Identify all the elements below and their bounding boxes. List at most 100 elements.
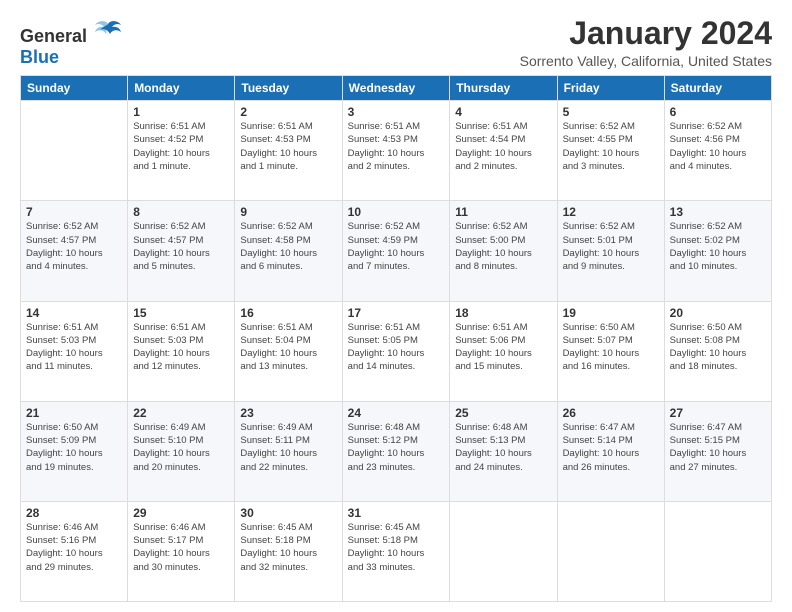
week-row-1: 1Sunrise: 6:51 AMSunset: 4:52 PMDaylight… — [21, 101, 772, 201]
day-info: Sunrise: 6:47 AMSunset: 5:15 PMDaylight:… — [670, 421, 766, 474]
week-row-5: 28Sunrise: 6:46 AMSunset: 5:16 PMDayligh… — [21, 501, 772, 601]
day-info: Sunrise: 6:45 AMSunset: 5:18 PMDaylight:… — [240, 521, 336, 574]
day-info: Sunrise: 6:47 AMSunset: 5:14 PMDaylight:… — [563, 421, 659, 474]
calendar-cell: 27Sunrise: 6:47 AMSunset: 5:15 PMDayligh… — [664, 401, 771, 501]
day-number: 5 — [563, 105, 659, 119]
day-number: 21 — [26, 406, 122, 420]
logo: General Blue — [20, 20, 122, 68]
calendar-cell: 25Sunrise: 6:48 AMSunset: 5:13 PMDayligh… — [450, 401, 557, 501]
day-info: Sunrise: 6:52 AMSunset: 4:57 PMDaylight:… — [26, 220, 122, 273]
main-title: January 2024 — [520, 16, 772, 51]
calendar-cell: 31Sunrise: 6:45 AMSunset: 5:18 PMDayligh… — [342, 501, 450, 601]
day-info: Sunrise: 6:51 AMSunset: 5:06 PMDaylight:… — [455, 321, 551, 374]
day-number: 29 — [133, 506, 229, 520]
calendar-cell: 12Sunrise: 6:52 AMSunset: 5:01 PMDayligh… — [557, 201, 664, 301]
day-number: 7 — [26, 205, 122, 219]
calendar-cell: 29Sunrise: 6:46 AMSunset: 5:17 PMDayligh… — [128, 501, 235, 601]
weekday-header-row: SundayMondayTuesdayWednesdayThursdayFrid… — [21, 76, 772, 101]
day-info: Sunrise: 6:52 AMSunset: 4:57 PMDaylight:… — [133, 220, 229, 273]
logo-blue: Blue — [20, 47, 59, 67]
day-number: 13 — [670, 205, 766, 219]
logo-general: General — [20, 26, 87, 46]
day-number: 10 — [348, 205, 445, 219]
weekday-header-monday: Monday — [128, 76, 235, 101]
day-number: 30 — [240, 506, 336, 520]
calendar-cell: 5Sunrise: 6:52 AMSunset: 4:55 PMDaylight… — [557, 101, 664, 201]
weekday-header-sunday: Sunday — [21, 76, 128, 101]
header: General Blue January 2024 Sorrento Valle… — [20, 16, 772, 69]
page: General Blue January 2024 Sorrento Valle… — [0, 0, 792, 612]
weekday-header-tuesday: Tuesday — [235, 76, 342, 101]
calendar-cell: 26Sunrise: 6:47 AMSunset: 5:14 PMDayligh… — [557, 401, 664, 501]
day-number: 27 — [670, 406, 766, 420]
calendar-cell: 8Sunrise: 6:52 AMSunset: 4:57 PMDaylight… — [128, 201, 235, 301]
day-info: Sunrise: 6:52 AMSunset: 5:01 PMDaylight:… — [563, 220, 659, 273]
day-number: 31 — [348, 506, 445, 520]
day-number: 6 — [670, 105, 766, 119]
day-number: 16 — [240, 306, 336, 320]
week-row-4: 21Sunrise: 6:50 AMSunset: 5:09 PMDayligh… — [21, 401, 772, 501]
calendar-cell: 10Sunrise: 6:52 AMSunset: 4:59 PMDayligh… — [342, 201, 450, 301]
calendar-cell: 14Sunrise: 6:51 AMSunset: 5:03 PMDayligh… — [21, 301, 128, 401]
calendar-cell: 23Sunrise: 6:49 AMSunset: 5:11 PMDayligh… — [235, 401, 342, 501]
day-number: 11 — [455, 205, 551, 219]
week-row-2: 7Sunrise: 6:52 AMSunset: 4:57 PMDaylight… — [21, 201, 772, 301]
day-number: 23 — [240, 406, 336, 420]
calendar-cell: 17Sunrise: 6:51 AMSunset: 5:05 PMDayligh… — [342, 301, 450, 401]
day-number: 26 — [563, 406, 659, 420]
calendar-cell: 18Sunrise: 6:51 AMSunset: 5:06 PMDayligh… — [450, 301, 557, 401]
logo-text: General Blue — [20, 20, 122, 68]
day-info: Sunrise: 6:51 AMSunset: 4:53 PMDaylight:… — [240, 120, 336, 173]
day-info: Sunrise: 6:48 AMSunset: 5:13 PMDaylight:… — [455, 421, 551, 474]
day-number: 22 — [133, 406, 229, 420]
day-number: 12 — [563, 205, 659, 219]
week-row-3: 14Sunrise: 6:51 AMSunset: 5:03 PMDayligh… — [21, 301, 772, 401]
day-info: Sunrise: 6:52 AMSunset: 4:59 PMDaylight:… — [348, 220, 445, 273]
calendar-cell — [21, 101, 128, 201]
calendar-cell: 28Sunrise: 6:46 AMSunset: 5:16 PMDayligh… — [21, 501, 128, 601]
day-info: Sunrise: 6:51 AMSunset: 4:52 PMDaylight:… — [133, 120, 229, 173]
day-info: Sunrise: 6:52 AMSunset: 4:55 PMDaylight:… — [563, 120, 659, 173]
day-info: Sunrise: 6:51 AMSunset: 5:05 PMDaylight:… — [348, 321, 445, 374]
day-info: Sunrise: 6:51 AMSunset: 5:03 PMDaylight:… — [26, 321, 122, 374]
calendar-cell: 13Sunrise: 6:52 AMSunset: 5:02 PMDayligh… — [664, 201, 771, 301]
calendar-cell: 20Sunrise: 6:50 AMSunset: 5:08 PMDayligh… — [664, 301, 771, 401]
day-number: 28 — [26, 506, 122, 520]
day-info: Sunrise: 6:46 AMSunset: 5:16 PMDaylight:… — [26, 521, 122, 574]
day-info: Sunrise: 6:52 AMSunset: 4:56 PMDaylight:… — [670, 120, 766, 173]
day-number: 15 — [133, 306, 229, 320]
day-info: Sunrise: 6:51 AMSunset: 5:03 PMDaylight:… — [133, 321, 229, 374]
day-info: Sunrise: 6:50 AMSunset: 5:08 PMDaylight:… — [670, 321, 766, 374]
subtitle: Sorrento Valley, California, United Stat… — [520, 53, 772, 69]
calendar-cell: 11Sunrise: 6:52 AMSunset: 5:00 PMDayligh… — [450, 201, 557, 301]
day-info: Sunrise: 6:49 AMSunset: 5:10 PMDaylight:… — [133, 421, 229, 474]
calendar-cell: 15Sunrise: 6:51 AMSunset: 5:03 PMDayligh… — [128, 301, 235, 401]
day-info: Sunrise: 6:51 AMSunset: 4:54 PMDaylight:… — [455, 120, 551, 173]
calendar-cell: 30Sunrise: 6:45 AMSunset: 5:18 PMDayligh… — [235, 501, 342, 601]
calendar-cell: 7Sunrise: 6:52 AMSunset: 4:57 PMDaylight… — [21, 201, 128, 301]
day-info: Sunrise: 6:52 AMSunset: 4:58 PMDaylight:… — [240, 220, 336, 273]
day-info: Sunrise: 6:52 AMSunset: 5:02 PMDaylight:… — [670, 220, 766, 273]
calendar-cell: 16Sunrise: 6:51 AMSunset: 5:04 PMDayligh… — [235, 301, 342, 401]
day-info: Sunrise: 6:50 AMSunset: 5:09 PMDaylight:… — [26, 421, 122, 474]
day-number: 18 — [455, 306, 551, 320]
day-number: 1 — [133, 105, 229, 119]
calendar-cell: 4Sunrise: 6:51 AMSunset: 4:54 PMDaylight… — [450, 101, 557, 201]
day-number: 20 — [670, 306, 766, 320]
day-number: 2 — [240, 105, 336, 119]
calendar-cell: 3Sunrise: 6:51 AMSunset: 4:53 PMDaylight… — [342, 101, 450, 201]
title-block: January 2024 Sorrento Valley, California… — [520, 16, 772, 69]
day-number: 8 — [133, 205, 229, 219]
day-info: Sunrise: 6:52 AMSunset: 5:00 PMDaylight:… — [455, 220, 551, 273]
day-info: Sunrise: 6:48 AMSunset: 5:12 PMDaylight:… — [348, 421, 445, 474]
day-number: 25 — [455, 406, 551, 420]
day-number: 19 — [563, 306, 659, 320]
calendar-cell: 6Sunrise: 6:52 AMSunset: 4:56 PMDaylight… — [664, 101, 771, 201]
day-info: Sunrise: 6:49 AMSunset: 5:11 PMDaylight:… — [240, 421, 336, 474]
calendar-cell: 9Sunrise: 6:52 AMSunset: 4:58 PMDaylight… — [235, 201, 342, 301]
weekday-header-saturday: Saturday — [664, 76, 771, 101]
day-number: 4 — [455, 105, 551, 119]
logo-bird-icon — [94, 20, 122, 42]
weekday-header-wednesday: Wednesday — [342, 76, 450, 101]
day-number: 3 — [348, 105, 445, 119]
